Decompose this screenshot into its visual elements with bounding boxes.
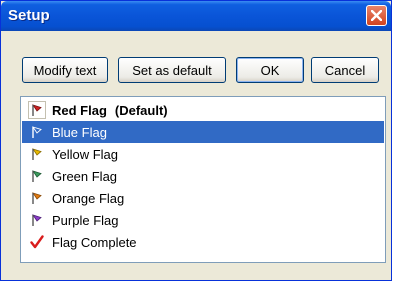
flag-item-label: Red Flag: [52, 102, 107, 118]
flag-item-label: Purple Flag: [52, 212, 119, 228]
blue-flag-icon: [28, 123, 46, 141]
flag-item-red[interactable]: Red Flag (Default): [22, 99, 384, 121]
flag-item-purple[interactable]: Purple Flag: [22, 209, 384, 231]
close-button[interactable]: [366, 5, 387, 26]
modify-text-button[interactable]: Modify text: [22, 57, 108, 83]
orange-flag-icon: [28, 189, 46, 207]
green-flag-icon: [28, 167, 46, 185]
default-marker: (Default): [114, 102, 168, 118]
ok-button[interactable]: OK: [236, 57, 304, 83]
flag-list[interactable]: Red Flag (Default) Blue Flag Yellow Flag…: [20, 96, 386, 263]
checkmark-icon: [28, 233, 46, 251]
flag-item-orange[interactable]: Orange Flag: [22, 187, 384, 209]
flag-item-label: Green Flag: [52, 168, 118, 184]
flag-item-yellow[interactable]: Yellow Flag: [22, 143, 384, 165]
title-bar: Setup: [1, 1, 391, 31]
flag-item-label: Yellow Flag: [52, 146, 119, 162]
set-as-default-button[interactable]: Set as default: [118, 57, 226, 83]
flag-item-label: Blue Flag: [52, 124, 107, 140]
flag-item-label: Orange Flag: [52, 190, 125, 206]
red-flag-icon: [28, 101, 46, 119]
setup-dialog: Setup Modify text Set as default OK Canc…: [0, 0, 392, 281]
flag-item-green[interactable]: Green Flag: [22, 165, 384, 187]
flag-item-blue[interactable]: Blue Flag: [22, 121, 384, 143]
yellow-flag-icon: [28, 145, 46, 163]
purple-flag-icon: [28, 211, 46, 229]
dialog-title: Setup: [8, 7, 50, 24]
flag-item-label: Flag Complete: [52, 234, 137, 250]
cancel-button[interactable]: Cancel: [311, 57, 379, 83]
flag-item-complete[interactable]: Flag Complete: [22, 231, 384, 253]
close-icon: [371, 10, 382, 21]
